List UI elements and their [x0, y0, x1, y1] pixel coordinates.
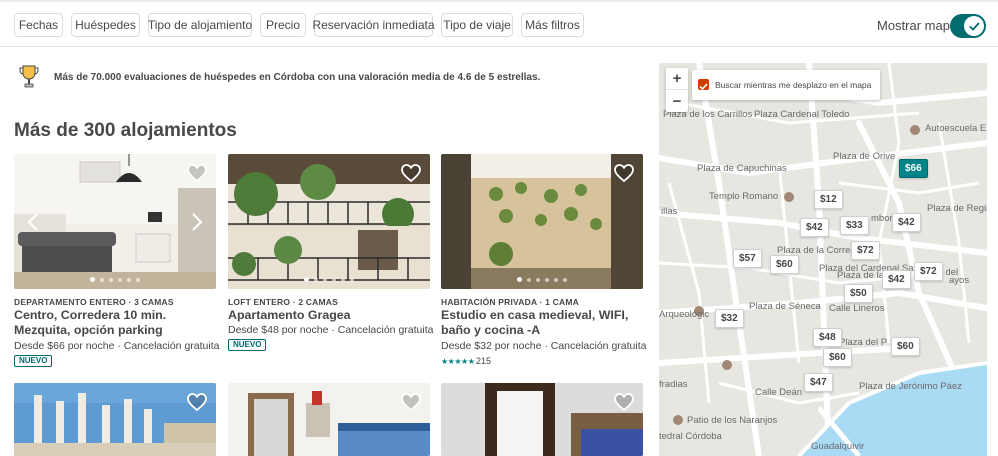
map-price-pin[interactable]: $42: [882, 270, 911, 289]
map-price-pin[interactable]: $33: [840, 216, 869, 235]
filter-trip-type-button[interactable]: Tipo de viaje: [441, 13, 513, 37]
map-price-pin[interactable]: $32: [715, 309, 744, 328]
more-filters-button[interactable]: Más filtros: [521, 13, 584, 37]
search-as-i-move-control[interactable]: Buscar mientras me desplazo en el mapa: [692, 70, 880, 100]
heart-icon[interactable]: [614, 164, 634, 183]
heart-icon[interactable]: [614, 393, 634, 412]
filter-instant-book-button[interactable]: Reservación inmediata: [312, 13, 435, 37]
show-map-toggle[interactable]: [950, 14, 986, 38]
listing-type: DEPARTAMENTO ENTERO · 3 CAMAS: [14, 297, 174, 307]
listing-type: HABITACIÓN PRIVADA · 1 CAMA: [441, 297, 579, 307]
map-label: Calle Deán: [755, 387, 802, 398]
map-price-pin[interactable]: $47: [804, 373, 833, 392]
map-price-pin[interactable]: $50: [844, 284, 873, 303]
heart-icon[interactable]: [401, 164, 421, 183]
checkmark-icon: [699, 83, 708, 91]
map-label: Guadalquivir: [811, 441, 865, 452]
map-price-pin[interactable]: $60: [823, 348, 852, 367]
map-label: Plaza de la: [837, 270, 885, 281]
zoom-in-button[interactable]: +: [666, 68, 688, 90]
map[interactable]: Plaza de los Carrillos Plaza Cardenal To…: [659, 63, 987, 456]
map-price-pin[interactable]: $12: [814, 190, 843, 209]
previous-photo-icon[interactable]: [26, 212, 40, 232]
map-label: Plaza Cardenal Toledo: [754, 109, 850, 120]
listing-photo[interactable]: [441, 383, 643, 456]
map-price-pin[interactable]: $57: [733, 249, 762, 268]
map-price-pin[interactable]: $72: [851, 241, 880, 260]
listing-photo[interactable]: [228, 154, 430, 289]
listing-price: Desde $48 por noche · Cancelación gratui…: [228, 324, 434, 336]
filter-home-type-button[interactable]: Tipo de alojamiento: [148, 13, 252, 37]
map-price-pin[interactable]: $60: [770, 255, 799, 274]
photo-carousel-dots: [441, 277, 643, 282]
listing-type: LOFT ENTERO · 2 CAMAS: [228, 297, 338, 307]
review-count: 215: [476, 356, 492, 366]
map-label: Plaza de Regina: [927, 203, 987, 214]
trophy-icon: [18, 64, 40, 90]
map-label: Plaza del P: [839, 337, 888, 348]
map-label: Plaza de Capuchinas: [697, 163, 787, 174]
listing-title[interactable]: Estudio en casa medieval, WIFI, baño y c…: [441, 308, 646, 338]
map-price-pin[interactable]: $72: [914, 262, 943, 281]
map-label: mbor: [871, 213, 893, 224]
heart-icon[interactable]: [187, 393, 207, 412]
map-label: Plaza de Orive: [833, 151, 896, 162]
map-price-pin[interactable]: $66: [899, 159, 928, 178]
map-label: ayos: [949, 275, 970, 286]
map-price-pin[interactable]: $60: [891, 337, 920, 356]
map-price-pin[interactable]: $42: [892, 213, 921, 232]
zoom-out-button[interactable]: −: [666, 90, 688, 112]
map-streets: [659, 63, 987, 456]
new-badge: NUEVO: [14, 355, 53, 367]
map-label: fradias: [659, 379, 688, 390]
map-label: Plaza de Séneca: [749, 301, 821, 312]
results-heading: Más de 300 alojamientos: [14, 120, 237, 141]
map-label: illas: [661, 206, 678, 217]
photo-carousel-dots: [228, 277, 430, 282]
map-zoom-controls: + −: [666, 68, 688, 112]
listing-title[interactable]: Centro, Corredera 10 min. Mezquita, opci…: [14, 308, 219, 338]
map-price-pin[interactable]: $48: [813, 328, 842, 347]
map-label: Calle Lineros: [829, 303, 885, 314]
photo-carousel-dots: [14, 277, 216, 282]
map-label: Autoescuela E: [925, 123, 987, 134]
filter-dates-button[interactable]: Fechas: [14, 13, 63, 37]
map-label: Plaza de Jerónimo Páez: [859, 381, 962, 392]
filter-guests-button[interactable]: Huéspedes: [71, 13, 140, 37]
heart-icon[interactable]: [187, 164, 207, 183]
filter-price-button[interactable]: Precio: [260, 13, 306, 37]
heart-icon[interactable]: [401, 393, 421, 412]
search-as-i-move-checkbox[interactable]: [698, 79, 709, 91]
listing-price: Desde $66 por noche · Cancelación gratui…: [14, 340, 220, 352]
new-badge: NUEVO: [228, 339, 267, 351]
map-label: tedral Córdoba: [659, 431, 722, 442]
map-label: Arqueológic: [659, 309, 710, 320]
search-as-i-move-label: Buscar mientras me desplazo en el mapa: [715, 80, 872, 90]
listing-photo[interactable]: [228, 383, 430, 456]
listing-photo[interactable]: [14, 383, 216, 456]
listing-photo[interactable]: [14, 154, 216, 289]
listing-price: Desde $32 por noche · Cancelación gratui…: [441, 340, 647, 352]
filter-bar: Fechas Huéspedes Tipo de alojamiento Pre…: [0, 0, 998, 47]
map-price-pin[interactable]: $42: [800, 218, 829, 237]
show-map-label: Mostrar mapa: [877, 18, 958, 33]
map-label: Templo Romano: [709, 191, 779, 202]
rating-stars: ★★★★★: [441, 357, 475, 366]
next-photo-icon[interactable]: [190, 212, 204, 232]
reviews-banner: Más de 70.000 evaluaciones de huéspedes …: [54, 72, 541, 83]
listing-title[interactable]: Apartamento Gragea: [228, 308, 433, 323]
listing-photo[interactable]: [441, 154, 643, 289]
map-label: Patio de los Naranjos: [687, 415, 778, 426]
checkmark-icon: [964, 16, 984, 36]
